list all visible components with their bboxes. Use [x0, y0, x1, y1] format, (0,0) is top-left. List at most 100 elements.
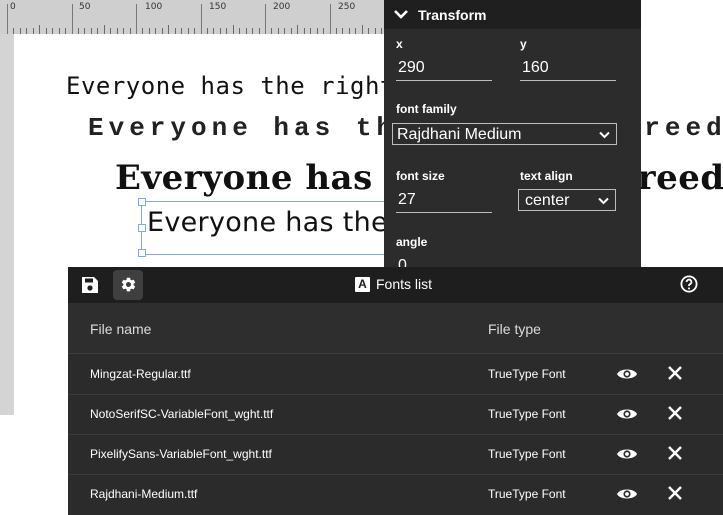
- chevron-down-icon: [598, 190, 609, 212]
- ruler-tick: [290, 28, 292, 34]
- ruler-tick: [277, 28, 279, 34]
- ruler-tick: [303, 28, 305, 34]
- file-type-cell: TrueType Font: [488, 487, 566, 501]
- ruler-tick: [226, 28, 228, 34]
- settings-button[interactable]: [113, 270, 143, 300]
- ruler-tick: [329, 4, 331, 34]
- ruler-tick: [26, 28, 28, 34]
- ruler-tick: [361, 25, 363, 34]
- ruler-label: 200: [273, 2, 291, 12]
- ruler-tick: [245, 28, 247, 34]
- ruler-tick: [103, 25, 105, 34]
- chevron-down-icon[interactable]: [394, 8, 408, 22]
- table-row[interactable]: Rajdhani-Medium.ttf TrueType Font: [68, 474, 723, 514]
- text-align-value: center: [525, 192, 570, 209]
- transform-title: Transform: [418, 6, 487, 23]
- ruler-label: 0: [10, 2, 16, 12]
- ruler-tick: [232, 25, 234, 34]
- table-row[interactable]: Mingzat-Regular.ttf TrueType Font: [68, 354, 723, 395]
- ruler-tick: [374, 28, 376, 34]
- close-icon[interactable]: [666, 404, 684, 422]
- ruler-tick: [32, 28, 34, 34]
- vertical-ruler: [0, 34, 14, 415]
- dialog-toolbar: A Fonts list: [68, 267, 723, 303]
- y-label: y: [520, 37, 527, 51]
- eye-icon[interactable]: [616, 485, 638, 503]
- eye-icon[interactable]: [616, 405, 638, 423]
- ruler-tick: [355, 28, 357, 34]
- y-input[interactable]: 160: [520, 56, 616, 81]
- font-family-value: Rajdhani Medium: [397, 126, 522, 143]
- ruler-tick: [155, 28, 157, 34]
- ruler-tick: [84, 28, 86, 34]
- ruler-tick: [71, 4, 73, 34]
- gear-icon: [120, 276, 137, 298]
- ruler-label: 100: [145, 2, 163, 12]
- ruler-tick: [316, 28, 318, 34]
- ruler-tick: [258, 28, 260, 34]
- font-size-input[interactable]: 27: [396, 188, 492, 213]
- eye-icon[interactable]: [616, 365, 638, 383]
- resize-handle[interactable]: [138, 224, 146, 232]
- ruler-tick: [45, 28, 47, 34]
- ruler-tick: [206, 28, 208, 34]
- column-header-file-type[interactable]: File type: [488, 321, 541, 337]
- eye-icon[interactable]: [616, 445, 638, 463]
- ruler-tick: [65, 28, 67, 34]
- ruler-tick: [284, 28, 286, 34]
- text-align-label: text align: [520, 169, 573, 183]
- transform-panel: Transform x 290 y 160 font family Rajdha…: [384, 0, 641, 274]
- resize-handle[interactable]: [138, 198, 146, 206]
- ruler-tick: [7, 4, 8, 34]
- table-row[interactable]: NotoSerifSC-VariableFont_wght.ttf TrueTy…: [68, 394, 723, 435]
- ruler-tick: [381, 28, 383, 34]
- ruler-tick: [90, 28, 92, 34]
- text-align-select[interactable]: center: [518, 189, 616, 211]
- help-icon[interactable]: [680, 275, 698, 293]
- close-icon[interactable]: [666, 364, 684, 382]
- horizontal-ruler: 0 50 100 150 200 250: [0, 0, 384, 34]
- close-icon[interactable]: [666, 484, 684, 502]
- ruler-tick: [161, 28, 163, 34]
- ruler-tick: [97, 28, 99, 34]
- ruler-tick: [348, 28, 350, 34]
- ruler-tick: [368, 28, 370, 34]
- ruler-tick: [194, 28, 196, 34]
- ruler-tick: [116, 28, 118, 34]
- ruler-tick: [39, 25, 41, 34]
- ruler-tick: [168, 25, 170, 34]
- ruler-tick: [174, 28, 176, 34]
- ruler-tick: [181, 28, 183, 34]
- ruler-label: 150: [209, 2, 227, 12]
- ruler-tick: [19, 28, 21, 34]
- ruler-tick: [200, 4, 202, 34]
- file-type-cell: TrueType Font: [488, 407, 566, 421]
- file-name-cell: NotoSerifSC-VariableFont_wght.ttf: [90, 407, 274, 421]
- ruler-label: 50: [79, 2, 91, 12]
- file-name-cell: Rajdhani-Medium.ttf: [90, 487, 198, 501]
- table-row[interactable]: PixelifySans-VariableFont_wght.ttf TrueT…: [68, 434, 723, 475]
- file-name-cell: PixelifySans-VariableFont_wght.ttf: [90, 447, 272, 461]
- chevron-down-icon: [599, 124, 610, 146]
- ruler-tick: [252, 28, 254, 34]
- resize-handle[interactable]: [138, 249, 146, 257]
- ruler-tick: [335, 28, 337, 34]
- column-header-file-name[interactable]: File name: [90, 321, 151, 337]
- ruler-tick: [265, 4, 266, 34]
- selection-box[interactable]: [138, 198, 403, 257]
- x-label: x: [396, 37, 403, 51]
- ruler-tick: [239, 28, 241, 34]
- x-input[interactable]: 290: [396, 56, 492, 81]
- fonts-list-dialog: A Fonts list File name File type Mingzat…: [68, 267, 723, 515]
- save-icon[interactable]: [80, 275, 100, 295]
- transform-header[interactable]: Transform: [384, 0, 641, 29]
- ruler-label: 250: [338, 2, 356, 12]
- ruler-tick: [310, 28, 312, 34]
- ruler-tick: [271, 28, 273, 34]
- ruler-tick: [77, 28, 79, 34]
- ruler-tick: [129, 28, 131, 34]
- close-icon[interactable]: [666, 444, 684, 462]
- ruler-tick: [148, 28, 150, 34]
- ruler-tick: [123, 28, 125, 34]
- font-family-select[interactable]: Rajdhani Medium: [392, 123, 617, 145]
